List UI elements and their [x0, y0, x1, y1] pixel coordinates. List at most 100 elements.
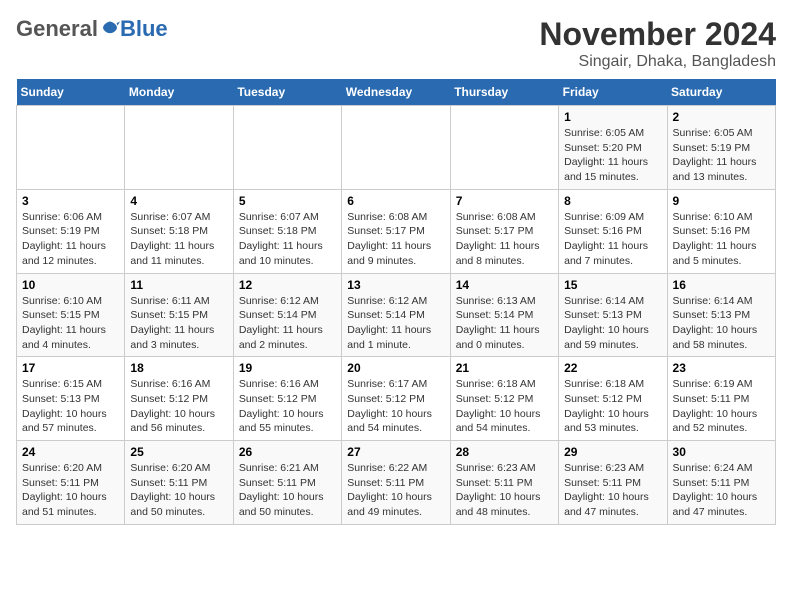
logo-blue: Blue: [120, 16, 168, 42]
day-number: 9: [673, 194, 770, 208]
calendar-cell: 21Sunrise: 6:18 AMSunset: 5:12 PMDayligh…: [450, 357, 558, 441]
page-header: General Blue November 2024 Singair, Dhak…: [16, 16, 776, 71]
day-of-week-header: Saturday: [667, 79, 775, 106]
logo-bird-icon: [100, 19, 120, 39]
day-number: 7: [456, 194, 553, 208]
day-info: Sunrise: 6:11 AMSunset: 5:15 PMDaylight:…: [130, 294, 227, 353]
day-number: 17: [22, 361, 119, 375]
day-info: Sunrise: 6:22 AMSunset: 5:11 PMDaylight:…: [347, 461, 444, 520]
day-info: Sunrise: 6:07 AMSunset: 5:18 PMDaylight:…: [239, 210, 336, 269]
day-number: 19: [239, 361, 336, 375]
calendar-body: 1 Sunrise: 6:05 AMSunset: 5:20 PMDaylight…: [17, 106, 776, 525]
day-of-week-header: Wednesday: [342, 79, 450, 106]
calendar-cell: 15 Sunrise: 6:14 AMSunset: 5:13 PMDayligh…: [559, 273, 667, 357]
day-of-week-header: Friday: [559, 79, 667, 106]
day-info: Sunrise: 6:12 AMSunset: 5:14 PMDaylight:…: [347, 294, 444, 353]
calendar-week-row: 24 Sunrise: 6:20 AMSunset: 5:11 PMDayligh…: [17, 441, 776, 525]
day-info: Sunrise: 6:20 AMSunset: 5:11 PMDaylight:…: [130, 461, 227, 520]
calendar-cell: 16Sunrise: 6:14 AMSunset: 5:13 PMDayligh…: [667, 273, 775, 357]
day-number: 29: [564, 445, 661, 459]
day-number: 12: [239, 278, 336, 292]
calendar-cell: 14 Sunrise: 6:13 AMSunset: 5:14 PMDayligh…: [450, 273, 558, 357]
calendar-header-row: SundayMondayTuesdayWednesdayThursdayFrid…: [17, 79, 776, 106]
calendar-cell: [450, 106, 558, 190]
day-info: Sunrise: 6:16 AMSunset: 5:12 PMDaylight:…: [130, 377, 227, 436]
calendar-cell: [342, 106, 450, 190]
day-number: 18: [130, 361, 227, 375]
day-info: Sunrise: 6:19 AMSunset: 5:11 PMDaylight:…: [673, 377, 770, 436]
day-number: 1: [564, 110, 661, 124]
calendar-cell: 26 Sunrise: 6:21 AMSunset: 5:11 PMDayligh…: [233, 441, 341, 525]
day-number: 21: [456, 361, 553, 375]
calendar-cell: [125, 106, 233, 190]
calendar-cell: 9 Sunrise: 6:10 AMSunset: 5:16 PMDaylight…: [667, 189, 775, 273]
calendar-week-row: 1 Sunrise: 6:05 AMSunset: 5:20 PMDaylight…: [17, 106, 776, 190]
day-info: Sunrise: 6:18 AMSunset: 5:12 PMDaylight:…: [564, 377, 661, 436]
day-info: Sunrise: 6:09 AMSunset: 5:16 PMDaylight:…: [564, 210, 661, 269]
day-info: Sunrise: 6:05 AMSunset: 5:19 PMDaylight:…: [673, 126, 770, 185]
calendar-cell: 13 Sunrise: 6:12 AMSunset: 5:14 PMDayligh…: [342, 273, 450, 357]
day-number: 10: [22, 278, 119, 292]
calendar-cell: 6Sunrise: 6:08 AMSunset: 5:17 PMDaylight…: [342, 189, 450, 273]
day-number: 24: [22, 445, 119, 459]
day-info: Sunrise: 6:16 AMSunset: 5:12 PMDaylight:…: [239, 377, 336, 436]
day-info: Sunrise: 6:20 AMSunset: 5:11 PMDaylight:…: [22, 461, 119, 520]
calendar-week-row: 17 Sunrise: 6:15 AMSunset: 5:13 PMDayligh…: [17, 357, 776, 441]
day-number: 25: [130, 445, 227, 459]
calendar-cell: [233, 106, 341, 190]
day-info: Sunrise: 6:23 AMSunset: 5:11 PMDaylight:…: [564, 461, 661, 520]
day-of-week-header: Tuesday: [233, 79, 341, 106]
calendar-cell: 25 Sunrise: 6:20 AMSunset: 5:11 PMDayligh…: [125, 441, 233, 525]
day-number: 26: [239, 445, 336, 459]
calendar-cell: 5 Sunrise: 6:07 AMSunset: 5:18 PMDaylight…: [233, 189, 341, 273]
calendar-cell: 2Sunrise: 6:05 AMSunset: 5:19 PMDaylight…: [667, 106, 775, 190]
day-info: Sunrise: 6:23 AMSunset: 5:11 PMDaylight:…: [456, 461, 553, 520]
calendar-cell: 27 Sunrise: 6:22 AMSunset: 5:11 PMDayligh…: [342, 441, 450, 525]
day-info: Sunrise: 6:12 AMSunset: 5:14 PMDaylight:…: [239, 294, 336, 353]
calendar-cell: 28Sunrise: 6:23 AMSunset: 5:11 PMDayligh…: [450, 441, 558, 525]
calendar-cell: 10Sunrise: 6:10 AMSunset: 5:15 PMDayligh…: [17, 273, 125, 357]
calendar-cell: 4 Sunrise: 6:07 AMSunset: 5:18 PMDaylight…: [125, 189, 233, 273]
day-number: 15: [564, 278, 661, 292]
day-of-week-header: Monday: [125, 79, 233, 106]
day-number: 23: [673, 361, 770, 375]
location: Singair, Dhaka, Bangladesh: [539, 53, 776, 71]
day-info: Sunrise: 6:17 AMSunset: 5:12 PMDaylight:…: [347, 377, 444, 436]
calendar-cell: 12 Sunrise: 6:12 AMSunset: 5:14 PMDayligh…: [233, 273, 341, 357]
day-number: 3: [22, 194, 119, 208]
calendar-cell: 17 Sunrise: 6:15 AMSunset: 5:13 PMDayligh…: [17, 357, 125, 441]
calendar-cell: 29 Sunrise: 6:23 AMSunset: 5:11 PMDayligh…: [559, 441, 667, 525]
day-number: 30: [673, 445, 770, 459]
day-info: Sunrise: 6:15 AMSunset: 5:13 PMDaylight:…: [22, 377, 119, 436]
day-info: Sunrise: 6:08 AMSunset: 5:17 PMDaylight:…: [347, 210, 444, 269]
calendar-cell: 22Sunrise: 6:18 AMSunset: 5:12 PMDayligh…: [559, 357, 667, 441]
day-number: 14: [456, 278, 553, 292]
calendar-week-row: 10Sunrise: 6:10 AMSunset: 5:15 PMDayligh…: [17, 273, 776, 357]
day-info: Sunrise: 6:07 AMSunset: 5:18 PMDaylight:…: [130, 210, 227, 269]
day-info: Sunrise: 6:21 AMSunset: 5:11 PMDaylight:…: [239, 461, 336, 520]
day-info: Sunrise: 6:14 AMSunset: 5:13 PMDaylight:…: [564, 294, 661, 353]
day-number: 16: [673, 278, 770, 292]
calendar-cell: 8Sunrise: 6:09 AMSunset: 5:16 PMDaylight…: [559, 189, 667, 273]
day-number: 4: [130, 194, 227, 208]
day-number: 11: [130, 278, 227, 292]
logo-general: General: [16, 16, 98, 42]
day-info: Sunrise: 6:24 AMSunset: 5:11 PMDaylight:…: [673, 461, 770, 520]
calendar-cell: 3 Sunrise: 6:06 AMSunset: 5:19 PMDaylight…: [17, 189, 125, 273]
day-info: Sunrise: 6:08 AMSunset: 5:17 PMDaylight:…: [456, 210, 553, 269]
calendar-cell: 30 Sunrise: 6:24 AMSunset: 5:11 PMDayligh…: [667, 441, 775, 525]
calendar-table: SundayMondayTuesdayWednesdayThursdayFrid…: [16, 79, 776, 525]
day-info: Sunrise: 6:10 AMSunset: 5:16 PMDaylight:…: [673, 210, 770, 269]
calendar-cell: 11 Sunrise: 6:11 AMSunset: 5:15 PMDayligh…: [125, 273, 233, 357]
title-block: November 2024 Singair, Dhaka, Bangladesh: [539, 16, 776, 71]
day-number: 27: [347, 445, 444, 459]
day-number: 5: [239, 194, 336, 208]
day-info: Sunrise: 6:13 AMSunset: 5:14 PMDaylight:…: [456, 294, 553, 353]
calendar-cell: 7 Sunrise: 6:08 AMSunset: 5:17 PMDaylight…: [450, 189, 558, 273]
calendar-cell: 19 Sunrise: 6:16 AMSunset: 5:12 PMDayligh…: [233, 357, 341, 441]
day-info: Sunrise: 6:06 AMSunset: 5:19 PMDaylight:…: [22, 210, 119, 269]
calendar-cell: 18 Sunrise: 6:16 AMSunset: 5:12 PMDayligh…: [125, 357, 233, 441]
month-title: November 2024: [539, 16, 776, 53]
day-number: 13: [347, 278, 444, 292]
day-info: Sunrise: 6:05 AMSunset: 5:20 PMDaylight:…: [564, 126, 661, 185]
